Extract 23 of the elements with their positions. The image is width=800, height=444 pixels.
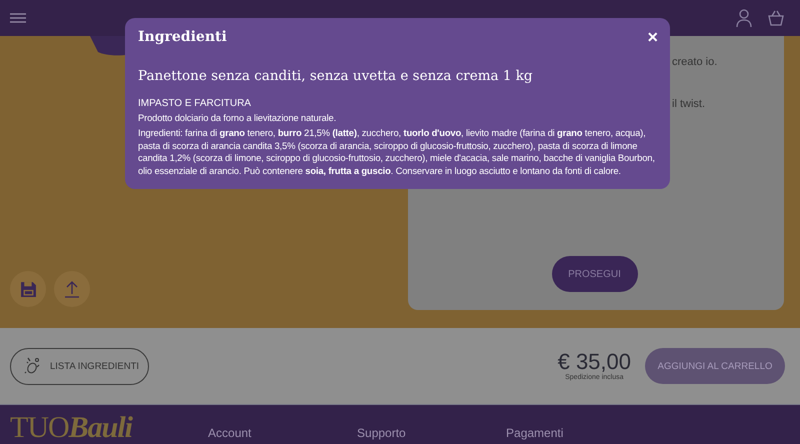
section-heading: IMPASTO E FARCITURA	[138, 98, 252, 109]
menu-icon[interactable]	[10, 13, 26, 23]
save-button[interactable]	[10, 271, 46, 307]
close-button[interactable]: ×	[647, 28, 658, 46]
upload-icon	[64, 280, 80, 298]
product-name: Panettone senza canditi, senza uvetta e senza crema 1 kg	[138, 68, 534, 84]
footer-link[interactable]: Supporto	[357, 426, 506, 440]
price: € 35,00	[558, 351, 631, 373]
footer-link[interactable]: Account	[208, 426, 358, 440]
footer-link[interactable]: Pagamenti	[506, 426, 656, 440]
upload-button[interactable]	[54, 271, 90, 307]
dialog-title: Ingredienti	[138, 29, 227, 45]
add-to-cart-button[interactable]: AGGIUNGI AL CARRELLO	[645, 348, 785, 384]
logo[interactable]: TUOBauli	[10, 413, 132, 443]
ingredients-text: Ingredienti: farina di grano tenero, burro 21,5% (latte), zucchero, tuorlo d'uovo, lievito madre (farina di grano tenero, acqua), pasta di scorza di arancia candita 3,5% (scorza di arancia, sciroppo di glucosio-fruttosio, zucchero), pasta di scorza di limone candita 1,2% (scorza di limone, sciroppo di glucosio-fruttosio, zucchero), miele d'acacia, sale marino, bacche di vaniglia Bourbon, olio essenziale di arancio. Può contenere soia, frutta a guscio. Conservare in luogo asciutto e lontano da fonti di calore.	[138, 127, 656, 178]
card-text: creato io.	[672, 56, 718, 68]
continue-button[interactable]: PROSEGUI	[552, 256, 638, 292]
ingredients-icon	[23, 357, 41, 375]
ingredients-text: Prodotto dolciario da forno a lievitazione naturale.	[138, 112, 338, 124]
ingredients-button[interactable]: LISTA INGREDIENTI	[10, 348, 149, 384]
user-icon[interactable]	[736, 9, 752, 27]
card-text: il twist.	[672, 98, 706, 110]
shopping-bag-icon[interactable]	[768, 10, 784, 26]
